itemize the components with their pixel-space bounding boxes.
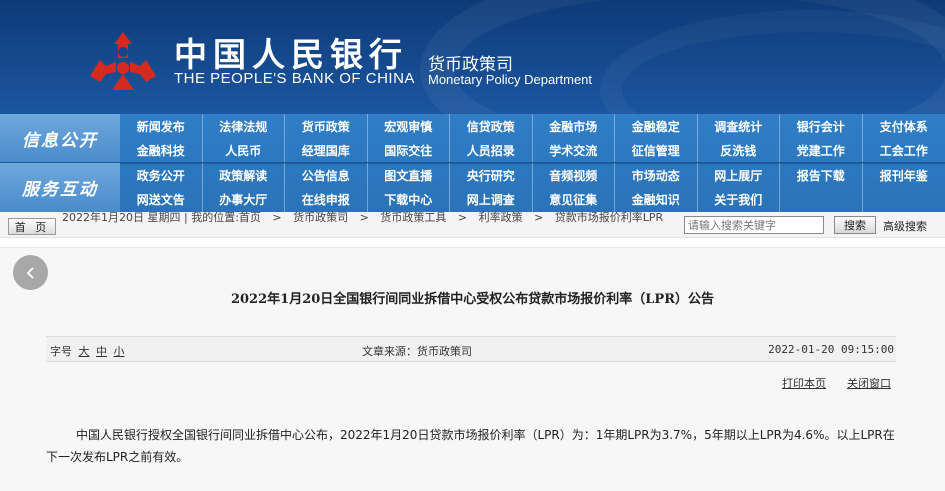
bank-name-cn: 中国人民银行 bbox=[174, 35, 408, 74]
nav-item[interactable]: 市场动态 bbox=[615, 163, 698, 188]
breadcrumb-separator: > bbox=[534, 211, 544, 224]
nav-item[interactable]: 反洗钱 bbox=[698, 138, 780, 163]
nav-item[interactable]: 图文直播 bbox=[368, 163, 450, 188]
nav-item[interactable]: 学术交流 bbox=[533, 138, 615, 163]
nav-item[interactable]: 经理国库 bbox=[285, 138, 368, 163]
nav-item bbox=[863, 188, 945, 213]
nav-item[interactable]: 网送文告 bbox=[120, 187, 203, 212]
nav-item[interactable]: 工会工作 bbox=[863, 139, 945, 164]
article-title: 2022年1月20日全国银行间同业拆借中心受权公布贷款市场报价利率（LPR）公告 bbox=[230, 292, 715, 307]
nav-item[interactable]: 人民币 bbox=[203, 138, 285, 163]
breadcrumb-date: 2022年1月20日 星期四 bbox=[62, 211, 181, 224]
font-size-large[interactable]: 大 bbox=[79, 345, 90, 358]
advanced-search-link[interactable]: 高级搜索 bbox=[883, 218, 927, 234]
breadcrumb-separator: > bbox=[272, 211, 282, 224]
nav-item[interactable]: 意见征集 bbox=[533, 187, 615, 212]
nav-band-label-info: 信息公开 bbox=[0, 114, 120, 163]
nav-band-service: 服务互动 政务公开 政策解读 公告信息 图文直播 央行研究 音频视频 市场动态 网上展厅 报告下… bbox=[0, 163, 945, 212]
font-size-switcher: 字号 大 中 小 bbox=[50, 343, 125, 359]
nav-item[interactable]: 新闻发布 bbox=[120, 114, 203, 139]
nav-item[interactable]: 金融市场 bbox=[533, 114, 615, 139]
nav-item[interactable]: 网上调查 bbox=[450, 187, 533, 212]
nav-item[interactable]: 宏观审慎 bbox=[368, 114, 450, 139]
search-input[interactable] bbox=[684, 216, 824, 234]
breadcrumb-item[interactable]: 货币政策司 bbox=[293, 211, 348, 224]
article-meta: 字号 大 中 小 文章来源：货币政策司 2022-01-20 09:15:00 bbox=[46, 336, 896, 362]
breadcrumb-location-label[interactable]: 我的位置:首页 bbox=[191, 211, 261, 224]
nav-item[interactable]: 下载中心 bbox=[368, 187, 450, 212]
nav-item[interactable]: 调查统计 bbox=[698, 114, 780, 139]
department-name-en: Monetary Policy Department bbox=[428, 72, 593, 87]
nav-item[interactable]: 金融科技 bbox=[120, 138, 203, 163]
close-window-link[interactable]: 关闭窗口 bbox=[847, 375, 891, 391]
nav-item[interactable]: 国际交往 bbox=[368, 138, 450, 163]
nav-item[interactable]: 征信管理 bbox=[615, 138, 698, 163]
nav-item[interactable]: 办事大厅 bbox=[203, 187, 285, 212]
breadcrumb-item[interactable]: 贷款市场报价利率LPR bbox=[555, 211, 663, 224]
nav-item[interactable]: 报刊年鉴 bbox=[863, 163, 945, 188]
nav-item[interactable]: 网上展厅 bbox=[698, 163, 780, 188]
chevron-left-icon bbox=[26, 266, 34, 279]
nav-item[interactable]: 金融稳定 bbox=[615, 114, 698, 139]
nav-item[interactable]: 关于我们 bbox=[698, 187, 780, 212]
font-size-label: 字号 bbox=[50, 345, 72, 358]
font-size-small[interactable]: 小 bbox=[114, 345, 125, 358]
breadcrumb-separator: > bbox=[359, 211, 369, 224]
breadcrumb-separator: > bbox=[457, 211, 468, 224]
main-navigation: 信息公开 新闻发布 法律法规 货币政策 宏观审慎 信贷政策 金融市场 金融稳定 调查统计 银行会… bbox=[0, 114, 945, 212]
nav-item[interactable]: 政策解读 bbox=[203, 163, 285, 188]
nav-item[interactable]: 金融知识 bbox=[615, 187, 698, 212]
nav-item[interactable]: 音频视频 bbox=[533, 163, 615, 188]
nav-item[interactable]: 在线申报 bbox=[285, 187, 368, 212]
nav-item[interactable]: 法律法规 bbox=[203, 114, 285, 139]
nav-item[interactable]: 公告信息 bbox=[285, 163, 368, 188]
nav-item[interactable]: 政务公开 bbox=[120, 163, 203, 188]
nav-item[interactable]: 报告下载 bbox=[780, 163, 863, 188]
article-body: 中国人民银行授权全国银行间同业拆借中心公布，2022年1月20日贷款市场报价利率… bbox=[46, 428, 895, 464]
print-page-link[interactable]: 打印本页 bbox=[782, 375, 826, 391]
breadcrumb: 2022年1月20日 星期四 | 我的位置:首页 > 货币政策司 > 货币政策工… bbox=[62, 212, 677, 224]
nav-item[interactable]: 党建工作 bbox=[780, 138, 863, 163]
bank-name-en: THE PEOPLE'S BANK OF CHINA bbox=[174, 70, 415, 87]
nav-item bbox=[780, 187, 863, 212]
search-button[interactable]: 搜索 bbox=[834, 216, 876, 234]
nav-item[interactable]: 支付体系 bbox=[863, 114, 945, 139]
nav-item[interactable]: 货币政策 bbox=[285, 114, 368, 139]
header-banner: 中国人民银行 THE PEOPLE'S BANK OF CHINA 货币政策司 … bbox=[0, 0, 945, 114]
pboc-emblem-icon bbox=[90, 32, 156, 90]
article-datetime: 2022-01-20 09:15:00 bbox=[768, 343, 894, 356]
nav-item[interactable]: 信贷政策 bbox=[450, 114, 533, 139]
nav-item[interactable]: 央行研究 bbox=[450, 163, 533, 188]
nav-item[interactable]: 人员招录 bbox=[450, 138, 533, 163]
nav-grid-info: 新闻发布 法律法规 货币政策 宏观审慎 信贷政策 金融市场 金融稳定 调查统计 银行会计 支付体系… bbox=[120, 114, 945, 163]
home-button[interactable]: 首 页 bbox=[8, 218, 56, 235]
back-button[interactable] bbox=[13, 255, 48, 290]
breadcrumb-item[interactable]: 货币政策工具 bbox=[380, 211, 446, 224]
article-source: 文章来源：货币政策司 bbox=[362, 345, 472, 358]
nav-band-label-service: 服务互动 bbox=[0, 163, 120, 212]
nav-band-info: 信息公开 新闻发布 法律法规 货币政策 宏观审慎 信贷政策 金融市场 金融稳定 调查统计 银行会… bbox=[0, 114, 945, 163]
font-size-medium[interactable]: 中 bbox=[96, 345, 107, 358]
breadcrumb-item[interactable]: 利率政策 bbox=[479, 211, 523, 224]
nav-grid-service: 政务公开 政策解读 公告信息 图文直播 央行研究 音频视频 市场动态 网上展厅 报告下载 报刊年鉴… bbox=[120, 163, 945, 212]
nav-item[interactable]: 银行会计 bbox=[780, 114, 863, 139]
